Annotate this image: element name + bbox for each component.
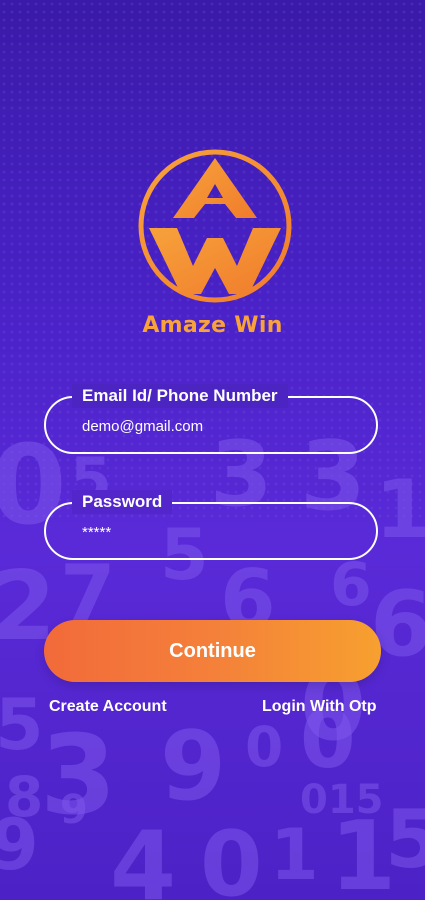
- background-number: 1: [270, 814, 319, 896]
- background-number: 1: [375, 463, 425, 556]
- email-field-label: Email Id/ Phone Number: [72, 384, 288, 408]
- background-number: 4: [110, 812, 177, 900]
- email-input[interactable]: [82, 415, 352, 437]
- background-number: 0: [200, 812, 263, 900]
- amaze-win-logo-icon: [137, 148, 293, 304]
- password-field[interactable]: Password: [44, 490, 378, 560]
- continue-button[interactable]: Continue: [44, 620, 381, 682]
- background-number: 9: [0, 804, 39, 886]
- brand-name: Amaze Win: [142, 313, 283, 338]
- email-field[interactable]: Email Id/ Phone Number: [44, 384, 378, 454]
- background-number: 5: [385, 793, 425, 886]
- create-account-link[interactable]: Create Account: [49, 698, 167, 716]
- background-number: 9: [60, 787, 88, 833]
- background-number: 0: [245, 715, 284, 779]
- background-number: 5: [0, 684, 44, 766]
- background-number: 6: [330, 550, 372, 620]
- background-number: 9: [160, 712, 227, 822]
- login-with-otp-link[interactable]: Login With Otp: [262, 698, 376, 716]
- password-field-label: Password: [72, 490, 173, 514]
- password-input[interactable]: [82, 521, 352, 543]
